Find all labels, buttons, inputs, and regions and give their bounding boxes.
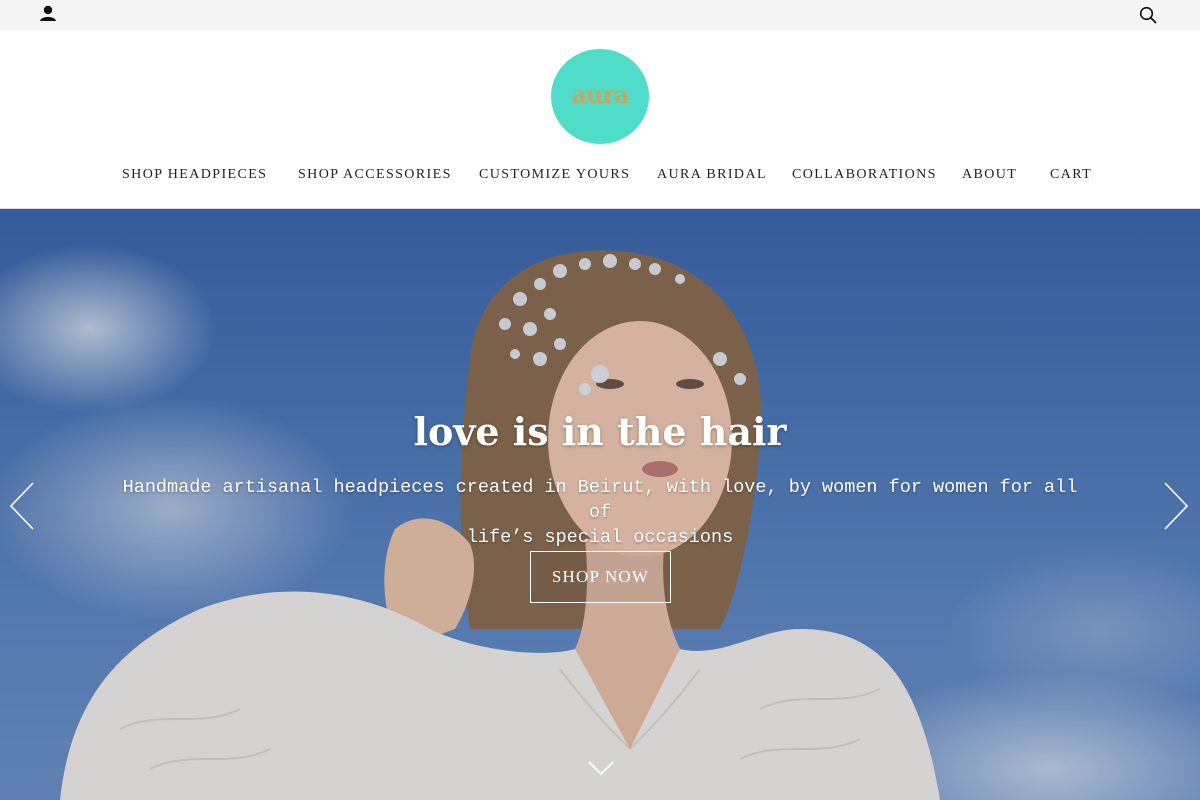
nav-aura-bridal[interactable]: AURA BRIDAL [657, 167, 767, 183]
logo-text: aura [571, 80, 629, 109]
nav-collaborations[interactable]: COLLABORATIONS [792, 167, 937, 183]
hero-subtitle: Handmade artisanal headpieces created in… [110, 475, 1090, 550]
search-icon[interactable] [1138, 5, 1158, 25]
hero-slideshow: love is in the hair Handmade artisanal h… [0, 209, 1200, 800]
nav-shop-headpieces[interactable]: SHOP HEADPIECES [122, 167, 267, 183]
utility-bar [0, 0, 1200, 30]
brand-logo[interactable]: aura [551, 49, 649, 144]
chevron-down-icon[interactable] [587, 759, 615, 777]
hero-subtitle-line1: Handmade artisanal headpieces created in… [122, 477, 1078, 523]
shop-now-button[interactable]: SHOP NOW [530, 551, 671, 603]
chevron-right-icon[interactable] [1162, 481, 1190, 531]
nav-customize-yours[interactable]: CUSTOMIZE YOURS [479, 167, 630, 183]
nav-about[interactable]: ABOUT [962, 167, 1017, 183]
site-header: aura SHOP HEADPIECES SHOP ACCESSORIES CU… [0, 30, 1200, 209]
nav-shop-accessories[interactable]: SHOP ACCESSORIES [298, 167, 452, 183]
hero-title: love is in the hair [413, 409, 787, 454]
user-icon[interactable] [38, 4, 58, 24]
chevron-left-icon[interactable] [8, 481, 36, 531]
main-navigation: SHOP HEADPIECES SHOP ACCESSORIES CUSTOMI… [0, 167, 1200, 187]
nav-cart[interactable]: CART [1050, 167, 1092, 183]
hero-subtitle-line2: life’s special occasions [466, 527, 734, 548]
